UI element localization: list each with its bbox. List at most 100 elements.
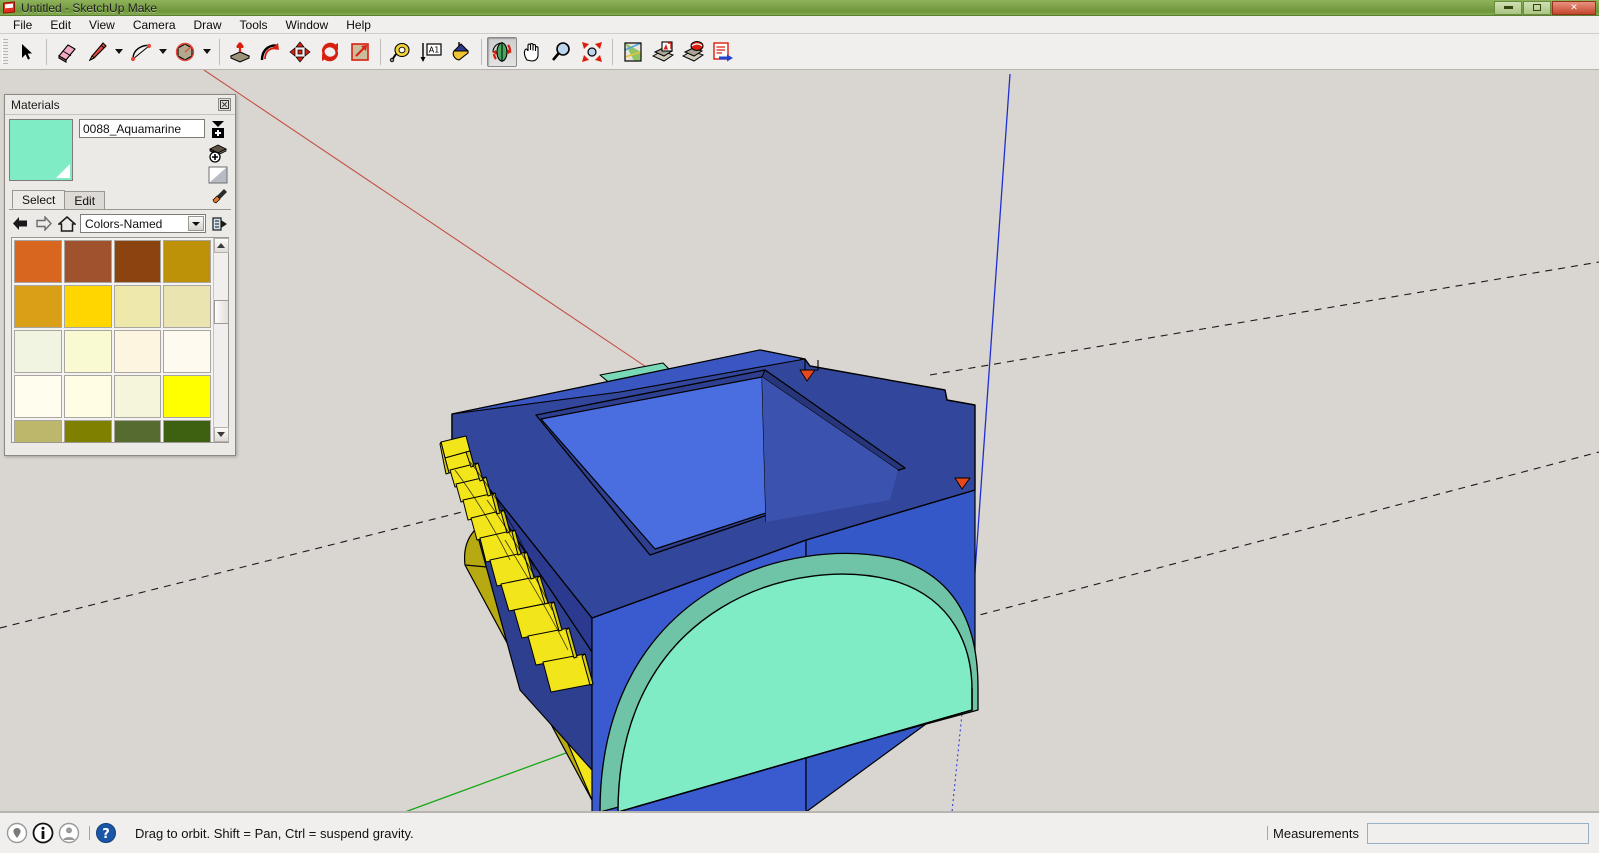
material-swatch[interactable] xyxy=(63,330,112,373)
scroll-down-button[interactable] xyxy=(213,427,229,442)
line-tool-button[interactable] xyxy=(82,37,112,67)
menu-item-help[interactable]: Help xyxy=(337,17,380,33)
sample-paint-button[interactable] xyxy=(211,187,231,209)
material-swatch[interactable] xyxy=(63,420,112,442)
svg-text:?: ? xyxy=(102,827,110,842)
tab-edit[interactable]: Edit xyxy=(64,191,106,209)
rotate-icon xyxy=(321,42,339,61)
swatch-grid-scrollbar[interactable] xyxy=(213,238,229,442)
material-swatch[interactable] xyxy=(63,375,112,418)
menu-bar: File Edit View Camera Draw Tools Window … xyxy=(0,16,1599,34)
status-bar: ? Drag to orbit. Shift = Pan, Ctrl = sus… xyxy=(0,812,1599,853)
material-swatch[interactable] xyxy=(63,240,112,283)
measurements-input[interactable] xyxy=(1367,822,1589,844)
set-as-default-button[interactable] xyxy=(207,143,229,163)
restore-button[interactable] xyxy=(1523,0,1551,15)
create-material-button[interactable] xyxy=(207,120,229,140)
material-swatch[interactable] xyxy=(163,375,211,418)
nav-forward-button[interactable] xyxy=(34,215,53,233)
pan-tool-button[interactable] xyxy=(517,37,547,67)
menu-item-file[interactable]: File xyxy=(4,17,41,33)
material-swatch[interactable] xyxy=(113,330,162,373)
chevron-down-icon[interactable] xyxy=(188,216,204,231)
material-swatch[interactable] xyxy=(113,285,162,328)
share-model-button[interactable] xyxy=(708,37,738,67)
scroll-up-icon xyxy=(217,243,225,248)
library-nav-row: Colors-Named xyxy=(9,210,231,237)
line-tool-dropdown[interactable] xyxy=(112,37,126,67)
material-swatch[interactable] xyxy=(14,330,62,373)
eyedropper-icon xyxy=(212,189,227,204)
minimize-button[interactable] xyxy=(1494,0,1522,15)
material-swatch[interactable] xyxy=(14,285,62,328)
material-name-input[interactable] xyxy=(79,119,205,138)
library-select[interactable]: Colors-Named xyxy=(80,214,206,233)
tape-measure-tool-button[interactable] xyxy=(386,37,416,67)
push-pull-icon xyxy=(229,41,251,63)
map-icon xyxy=(624,41,642,62)
materials-tabs: Select Edit xyxy=(9,187,231,210)
materials-panel-close-button[interactable] xyxy=(218,98,231,111)
pencil-icon xyxy=(88,41,107,61)
help-question-icon[interactable]: ? xyxy=(95,822,117,844)
paint-bucket-tool-button[interactable] xyxy=(446,37,476,67)
arc-tool-dropdown[interactable] xyxy=(156,37,170,67)
material-swatch[interactable] xyxy=(163,285,211,328)
material-swatch[interactable] xyxy=(163,420,211,442)
orbit-icon xyxy=(492,41,512,62)
menu-item-window[interactable]: Window xyxy=(277,17,338,33)
get-models-button[interactable] xyxy=(678,37,708,67)
model-info-icon[interactable] xyxy=(32,822,54,844)
dimension-tool-button[interactable]: A1 xyxy=(416,37,446,67)
follow-me-tool-button[interactable] xyxy=(255,37,285,67)
shapes-tool-button[interactable] xyxy=(170,37,200,67)
zoom-tool-button[interactable] xyxy=(547,37,577,67)
materials-panel-title: Materials xyxy=(11,97,60,112)
scrollbar-thumb[interactable] xyxy=(214,300,229,324)
close-button[interactable]: ✕ xyxy=(1552,0,1596,15)
material-swatch[interactable] xyxy=(14,240,62,283)
menu-item-camera[interactable]: Camera xyxy=(124,17,185,33)
scroll-up-button[interactable] xyxy=(213,238,229,253)
menu-item-edit[interactable]: Edit xyxy=(41,17,80,33)
photo-textures-button[interactable] xyxy=(648,37,678,67)
scale-tool-button[interactable] xyxy=(345,37,375,67)
material-swatch[interactable] xyxy=(14,375,62,418)
chevron-down-icon xyxy=(203,49,211,54)
material-swatch[interactable] xyxy=(63,285,112,328)
menu-item-view[interactable]: View xyxy=(80,17,124,33)
model-viewport[interactable] xyxy=(0,70,1599,812)
nav-home-button[interactable] xyxy=(57,215,76,233)
menu-item-tools[interactable]: Tools xyxy=(231,17,277,33)
nav-back-button[interactable] xyxy=(11,215,30,233)
menu-item-draw[interactable]: Draw xyxy=(185,17,231,33)
details-button[interactable] xyxy=(210,215,229,233)
arc-tool-button[interactable] xyxy=(126,37,156,67)
toolbar-grip[interactable] xyxy=(2,38,8,65)
display-swatch-button[interactable] xyxy=(207,166,229,186)
push-pull-tool-button[interactable] xyxy=(225,37,255,67)
scale-icon xyxy=(351,42,369,61)
user-account-icon[interactable] xyxy=(58,822,80,844)
geo-location-icon[interactable] xyxy=(6,822,28,844)
polygon-icon xyxy=(175,42,195,61)
add-location-button[interactable] xyxy=(618,37,648,67)
move-tool-button[interactable] xyxy=(285,37,315,67)
material-swatch[interactable] xyxy=(163,330,211,373)
tab-select[interactable]: Select xyxy=(12,190,66,209)
zoom-extents-tool-button[interactable] xyxy=(577,37,607,67)
material-swatch-grid[interactable] xyxy=(12,238,213,442)
material-swatch[interactable] xyxy=(113,420,162,442)
arc-icon xyxy=(130,43,152,61)
material-swatch[interactable] xyxy=(163,240,211,283)
select-tool-button[interactable] xyxy=(11,37,41,67)
material-swatch[interactable] xyxy=(113,240,162,283)
material-swatch[interactable] xyxy=(14,420,62,442)
eraser-tool-button[interactable] xyxy=(52,37,82,67)
window-title: Untitled - SketchUp Make xyxy=(21,0,158,15)
shapes-tool-dropdown[interactable] xyxy=(200,37,214,67)
orbit-tool-button[interactable] xyxy=(487,36,517,67)
rotate-tool-button[interactable] xyxy=(315,37,345,67)
material-swatch[interactable] xyxy=(113,375,162,418)
current-material-swatch[interactable] xyxy=(9,119,73,181)
